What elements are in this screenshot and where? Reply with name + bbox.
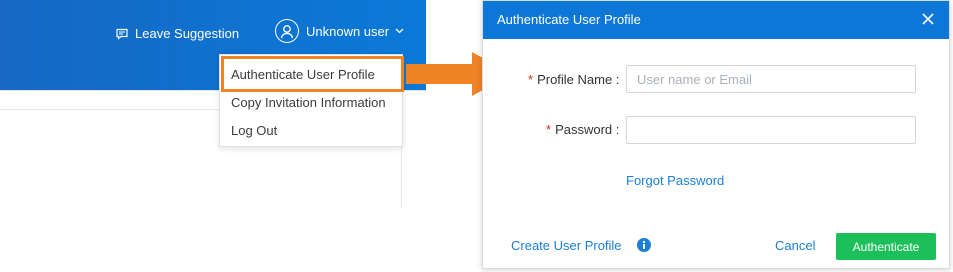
password-label-text: Password : [555,122,620,137]
chevron-down-icon [395,28,404,34]
create-user-profile-link[interactable]: Create User Profile [511,238,622,253]
password-label: * Password : [546,122,619,137]
comment-icon [116,28,128,40]
required-marker: * [528,72,534,87]
info-icon[interactable] [636,237,652,253]
user-avatar-icon [275,19,299,43]
dialog-header: Authenticate User Profile [483,1,949,39]
user-name-label: Unknown user [306,23,390,39]
profile-name-label: * Profile Name : [528,72,619,87]
authenticate-dialog: Authenticate User Profile * Profile Name … [482,0,950,269]
user-dropdown-menu: Authenticate User Profile Copy Invitatio… [219,54,403,147]
authenticate-button[interactable]: Authenticate [836,233,936,260]
dialog-title: Authenticate User Profile [497,12,641,27]
leave-suggestion-link[interactable]: Leave Suggestion [116,26,239,41]
profile-name-input[interactable] [626,65,916,93]
cancel-button[interactable]: Cancel [775,238,815,253]
required-marker: * [546,122,552,137]
user-menu-toggle[interactable]: Unknown user [275,19,404,43]
menu-item-copy-invitation-information[interactable]: Copy Invitation Information [231,95,386,110]
leave-suggestion-label: Leave Suggestion [135,26,240,41]
app-screenshot: Leave Suggestion Unknown user Authentica… [0,0,426,208]
password-input[interactable] [626,116,916,144]
close-icon[interactable] [919,10,937,28]
profile-name-label-text: Profile Name : [537,72,620,87]
menu-item-authenticate-user-profile[interactable]: Authenticate User Profile [231,67,375,82]
forgot-password-link[interactable]: Forgot Password [626,173,724,188]
menu-item-log-out[interactable]: Log Out [231,123,277,138]
